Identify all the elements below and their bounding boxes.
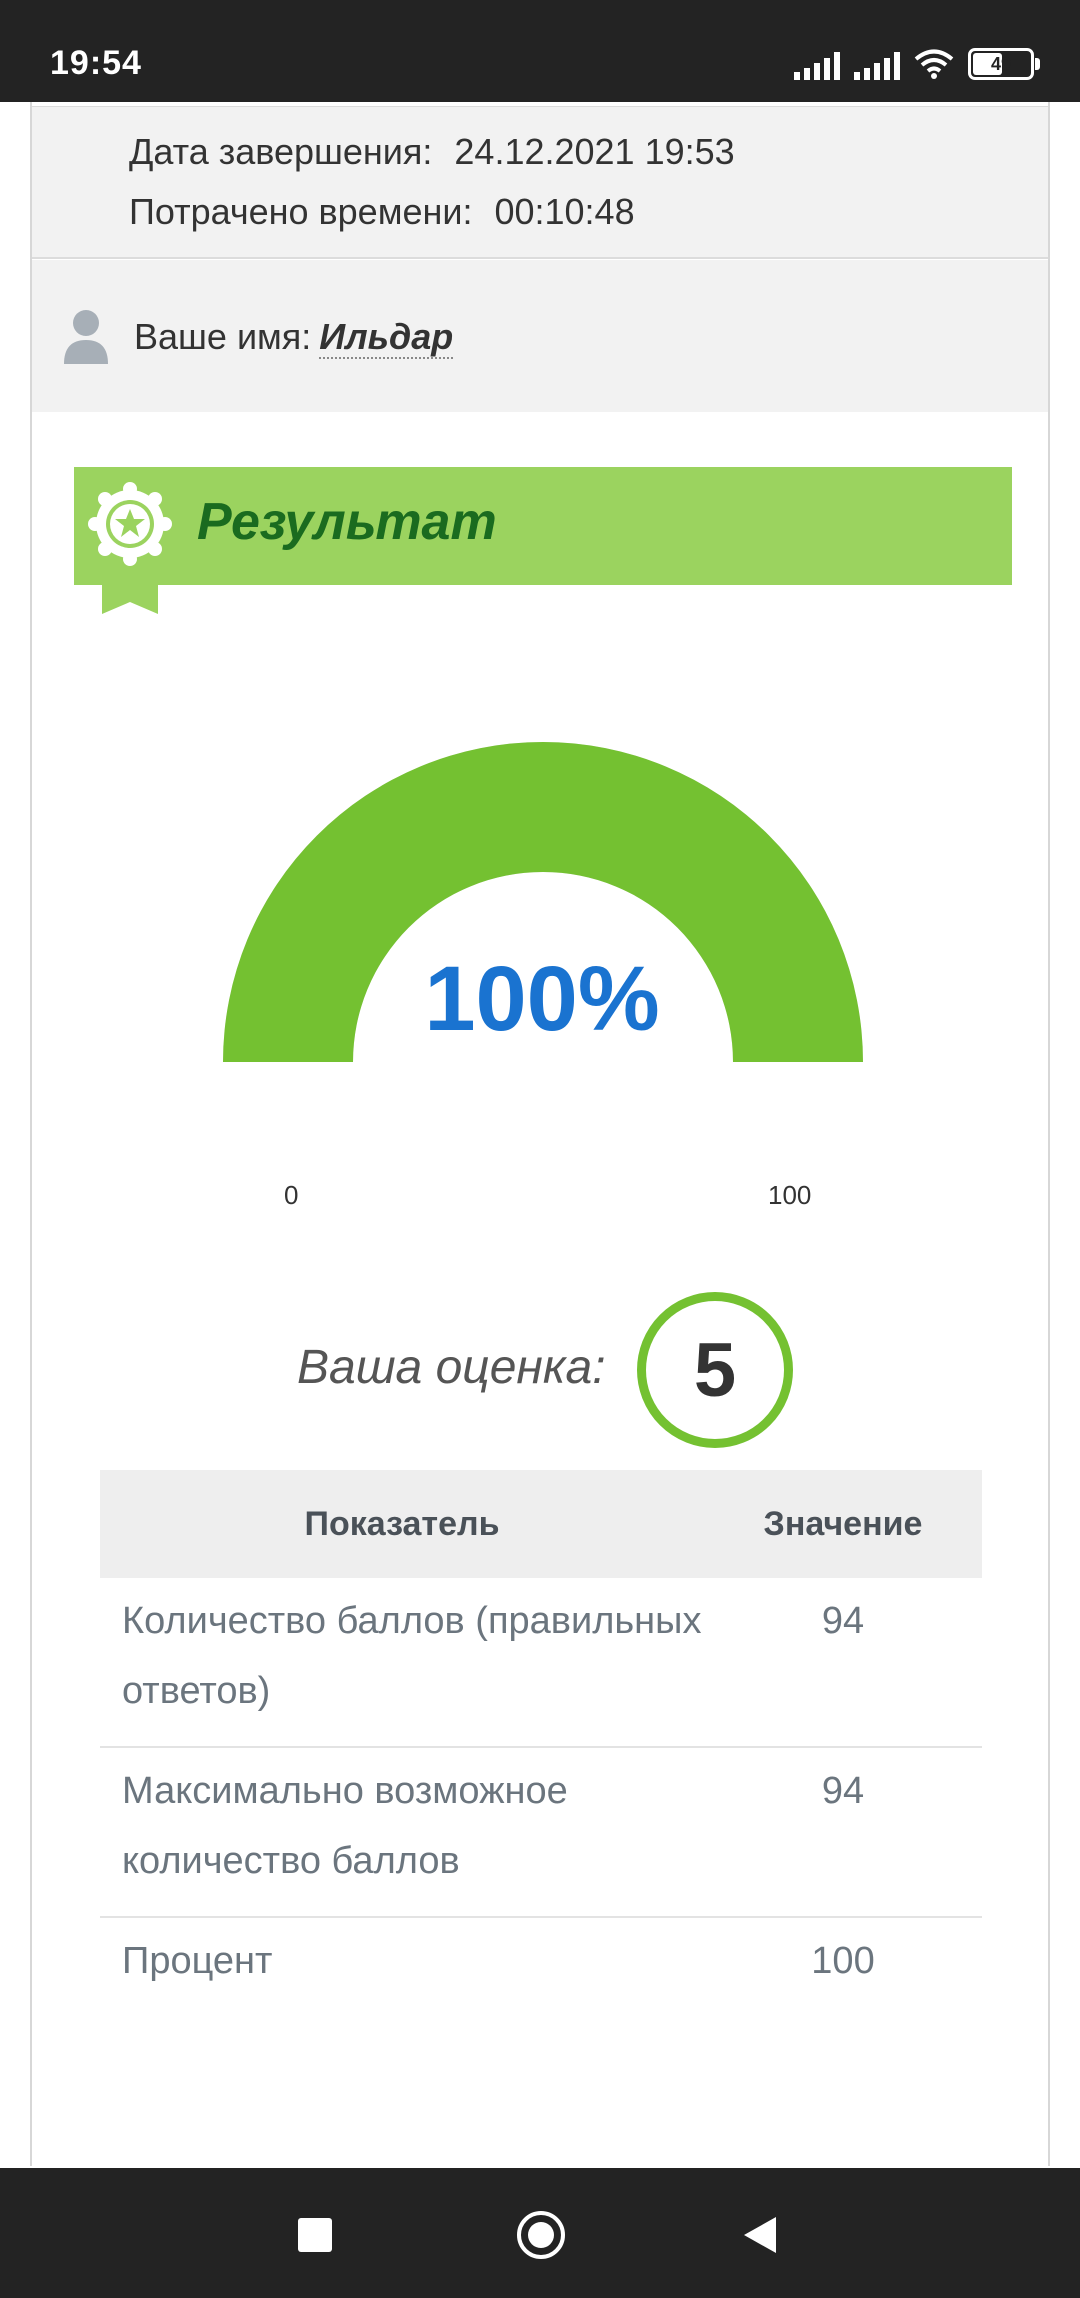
gauge-max-label: 100 <box>768 1180 812 1210</box>
test-info: Дата завершения: 24.12.2021 19:53 Потраче… <box>32 106 1048 259</box>
grade-label: Ваша оценка: <box>297 1341 606 1394</box>
time-spent-row: Потрачено времени: 00:10:48 <box>129 191 635 233</box>
completion-date-label: Дата завершения: <box>129 131 433 172</box>
user-name-value[interactable]: Ильдар <box>319 316 454 359</box>
wifi-icon <box>914 49 954 79</box>
user-name-row: Ваше имя: Ильдар <box>134 316 454 359</box>
status-icons: 49 <box>794 44 1040 80</box>
row-value: 94 <box>821 1770 865 1812</box>
time-spent-label: Потрачено времени: <box>129 191 473 232</box>
gauge-min-label: 0 <box>284 1180 299 1210</box>
column-header-value: Значение <box>763 1504 923 1543</box>
user-name-label: Ваше имя: <box>134 316 312 357</box>
signal-icon <box>854 50 900 80</box>
table-header: Показатель Значение <box>100 1470 982 1578</box>
row-indicator: Максимально возможное количество баллов <box>122 1770 568 1882</box>
status-bar: 19:54 49 <box>0 0 1080 102</box>
gauge-percent-value: 100% <box>424 948 660 1050</box>
time-spent-value: 00:10:48 <box>494 191 635 232</box>
signal-icon <box>794 50 840 80</box>
system-nav-bar <box>0 2168 1080 2298</box>
grade-badge: 5 <box>637 1292 793 1448</box>
user-icon <box>64 310 108 364</box>
table-row: Процент 100 <box>100 1918 982 2016</box>
row-indicator: Количество баллов (правильных ответов) <box>122 1600 702 1712</box>
row-indicator: Процент <box>122 1940 273 1982</box>
result-page: Дата завершения: 24.12.2021 19:53 Потраче… <box>30 102 1050 2166</box>
award-icon <box>88 482 172 566</box>
ribbon-tail-icon <box>102 572 158 614</box>
completion-date-value: 24.12.2021 19:53 <box>454 131 735 172</box>
back-button[interactable] <box>744 2217 776 2253</box>
user-name-block: Ваше имя: Ильдар <box>32 260 1048 412</box>
completion-date-row: Дата завершения: 24.12.2021 19:53 <box>129 131 735 173</box>
recents-button[interactable] <box>298 2218 332 2252</box>
table-row: Количество баллов (правильных ответов) 9… <box>100 1578 982 1748</box>
table-row: Максимально возможное количество баллов … <box>100 1748 982 1918</box>
status-time: 19:54 <box>50 44 142 82</box>
home-button[interactable] <box>517 2211 565 2259</box>
row-value: 100 <box>811 1940 875 1982</box>
results-table: Показатель Значение Количество баллов (п… <box>100 1470 982 2016</box>
battery-level: 49 <box>990 53 1012 74</box>
result-title: Результат <box>197 493 497 551</box>
row-value: 94 <box>821 1600 865 1642</box>
battery-icon: 49 <box>968 48 1040 80</box>
column-header-indicator: Показатель <box>304 1504 500 1543</box>
